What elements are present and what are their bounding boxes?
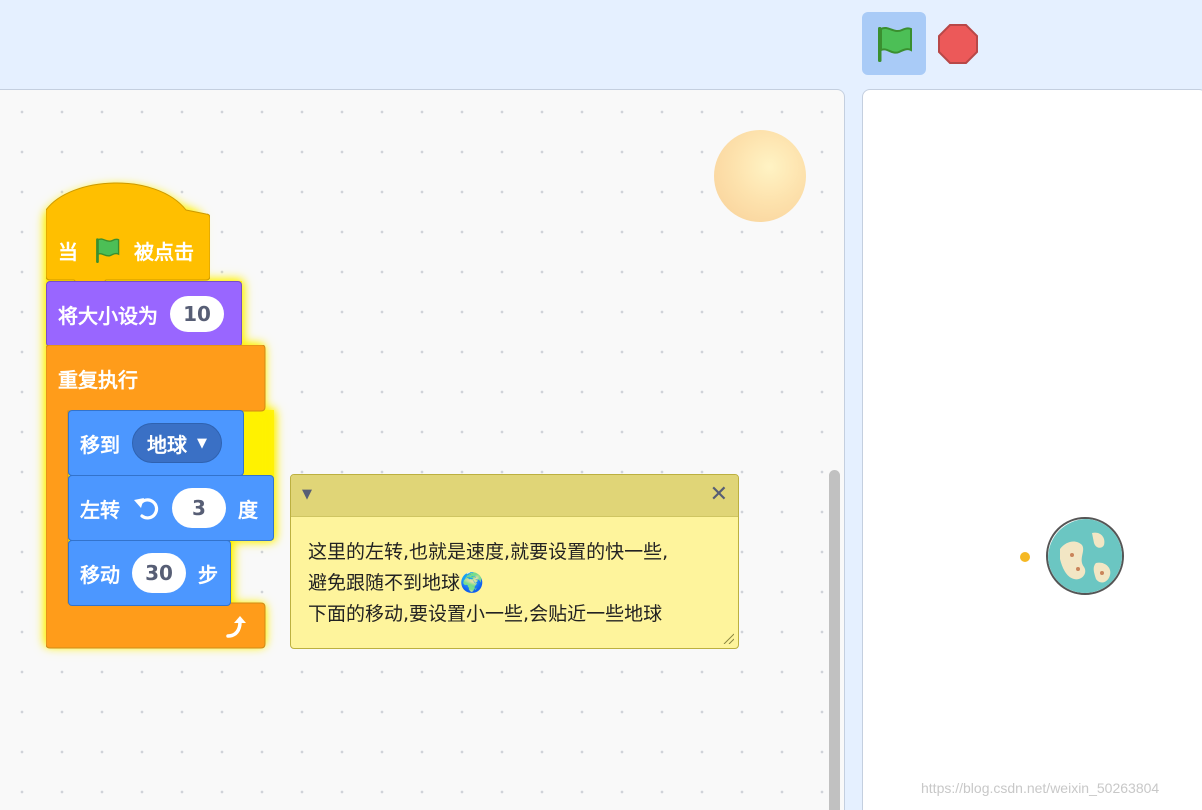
set-size-label: 将大小设为 — [58, 303, 158, 328]
hat-prefix: 当 — [58, 239, 78, 264]
move-content: 移动 30 步 — [80, 553, 218, 593]
stop-button[interactable] — [936, 22, 980, 66]
close-icon[interactable]: ✕ — [710, 482, 728, 507]
forever-block[interactable]: 重复执行 — [58, 362, 138, 394]
go-to-label: 移到 — [80, 432, 120, 457]
turn-left-content: 左转 3 度 — [80, 488, 258, 528]
collapse-triangle-icon[interactable]: ▼ — [302, 487, 312, 502]
resize-handle-icon[interactable] — [722, 632, 734, 644]
comment-text[interactable]: 这里的左转,也就是速度,就要设置的快一些, 避免跟随不到地球🌍 下面的移动,要设… — [291, 517, 738, 630]
green-flag-button[interactable] — [862, 12, 926, 75]
go-to-content: 移到 地球 ▼ — [80, 423, 222, 463]
comment-note[interactable]: ▼ ✕ 这里的左转,也就是速度,就要设置的快一些, 避免跟随不到地球🌍 下面的移… — [290, 474, 739, 649]
forever-label: 重复执行 — [58, 367, 138, 392]
go-to-target-value: 地球 — [147, 432, 187, 457]
move-steps-input[interactable]: 30 — [132, 553, 186, 593]
moon-sprite[interactable] — [1020, 552, 1030, 562]
hat-suffix: 被点击 — [134, 239, 194, 264]
current-sprite-thumbnail — [714, 130, 806, 222]
workspace-scrollbar[interactable] — [829, 470, 840, 810]
top-bar — [0, 0, 1202, 88]
earth-sprite[interactable] — [1046, 517, 1124, 595]
rotate-left-icon — [134, 498, 159, 520]
green-flag-icon — [878, 26, 912, 62]
hat-block-shape — [46, 182, 210, 284]
comment-line: 这里的左转,也就是速度,就要设置的快一些, — [308, 541, 669, 563]
comment-line: 避免跟随不到地球🌍 — [308, 572, 484, 594]
turn-left-degrees-input[interactable]: 3 — [172, 488, 226, 528]
comment-line: 下面的移动,要设置小一些,会贴近一些地球 — [308, 603, 663, 625]
set-size-content: 将大小设为 10 — [58, 296, 224, 332]
move-label: 移动 — [80, 562, 120, 587]
turn-left-unit: 度 — [238, 497, 258, 522]
loop-arrow-icon — [226, 616, 246, 638]
turn-left-label: 左转 — [80, 497, 120, 522]
when-flag-clicked-block[interactable]: 当 被点击 — [58, 234, 194, 266]
go-to-target-dropdown[interactable]: 地球 ▼ — [132, 423, 222, 463]
comment-header[interactable]: ▼ ✕ — [291, 475, 738, 517]
stop-icon — [938, 24, 978, 64]
earth-icon — [1048, 519, 1122, 593]
chevron-down-icon: ▼ — [197, 435, 207, 451]
set-size-input[interactable]: 10 — [170, 296, 224, 332]
move-unit: 步 — [198, 562, 218, 587]
watermark: https://blog.csdn.net/weixin_50263804 — [921, 780, 1160, 796]
green-flag-icon — [96, 238, 120, 263]
stage[interactable]: https://blog.csdn.net/weixin_50263804 — [862, 89, 1202, 810]
